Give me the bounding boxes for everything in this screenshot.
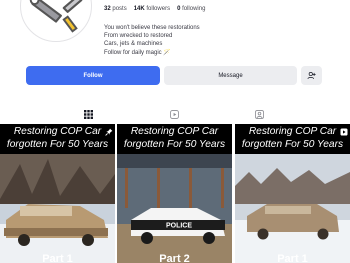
profile-bio: You won't believe these restorations Fro… xyxy=(104,24,200,57)
post-tile[interactable]: Restoring COP Car forgotten For 50 Years… xyxy=(235,124,350,263)
message-button[interactable]: Message xyxy=(164,66,297,85)
grid-icon xyxy=(83,109,93,119)
stat-followers[interactable]: 14K followers xyxy=(134,6,170,12)
reels-icon xyxy=(169,109,179,119)
post-caption: Restoring COP Car forgotten For 50 Years xyxy=(117,124,232,154)
profile-stats: 32 posts 14K followers 0 following xyxy=(104,6,205,12)
post-part-label: Part 1 xyxy=(42,253,73,263)
stat-following[interactable]: 0 following xyxy=(177,6,205,12)
bio-line: From wrecked to restored xyxy=(104,33,173,40)
tab-tagged[interactable] xyxy=(201,104,317,124)
stat-posts[interactable]: 32 posts xyxy=(104,6,127,12)
svg-text:POLICE: POLICE xyxy=(166,223,192,230)
bio-line: You won't believe these restorations xyxy=(104,25,200,31)
profile-tabs xyxy=(0,104,350,124)
follow-button[interactable]: Follow xyxy=(26,66,160,85)
post-part-label: Part 1 xyxy=(277,253,308,263)
add-user-button[interactable] xyxy=(301,66,322,85)
post-tile[interactable]: POLICE Restoring COP Car forgotten For 5… xyxy=(117,124,232,263)
tagged-icon xyxy=(254,109,264,119)
reel-icon xyxy=(340,128,348,136)
profile-avatar[interactable] xyxy=(20,0,92,42)
wrench-screwdriver-logo-icon xyxy=(21,0,91,41)
post-caption: Restoring COP Car forgotten For 50 Years xyxy=(0,124,115,154)
pin-icon xyxy=(105,128,113,136)
bio-line: Cars, jets & machines xyxy=(104,41,163,48)
post-tile[interactable]: Restoring COP Car forgotten For 50 Years… xyxy=(0,124,115,263)
post-caption: Restoring COP Car forgotten For 50 Years xyxy=(235,124,350,154)
add-user-icon xyxy=(307,71,316,80)
bio-line: Follow for daily magic 🪄 xyxy=(104,49,171,56)
posts-grid: Restoring COP Car forgotten For 50 Years… xyxy=(0,124,350,263)
post-part-label: Part 2 xyxy=(159,253,190,263)
